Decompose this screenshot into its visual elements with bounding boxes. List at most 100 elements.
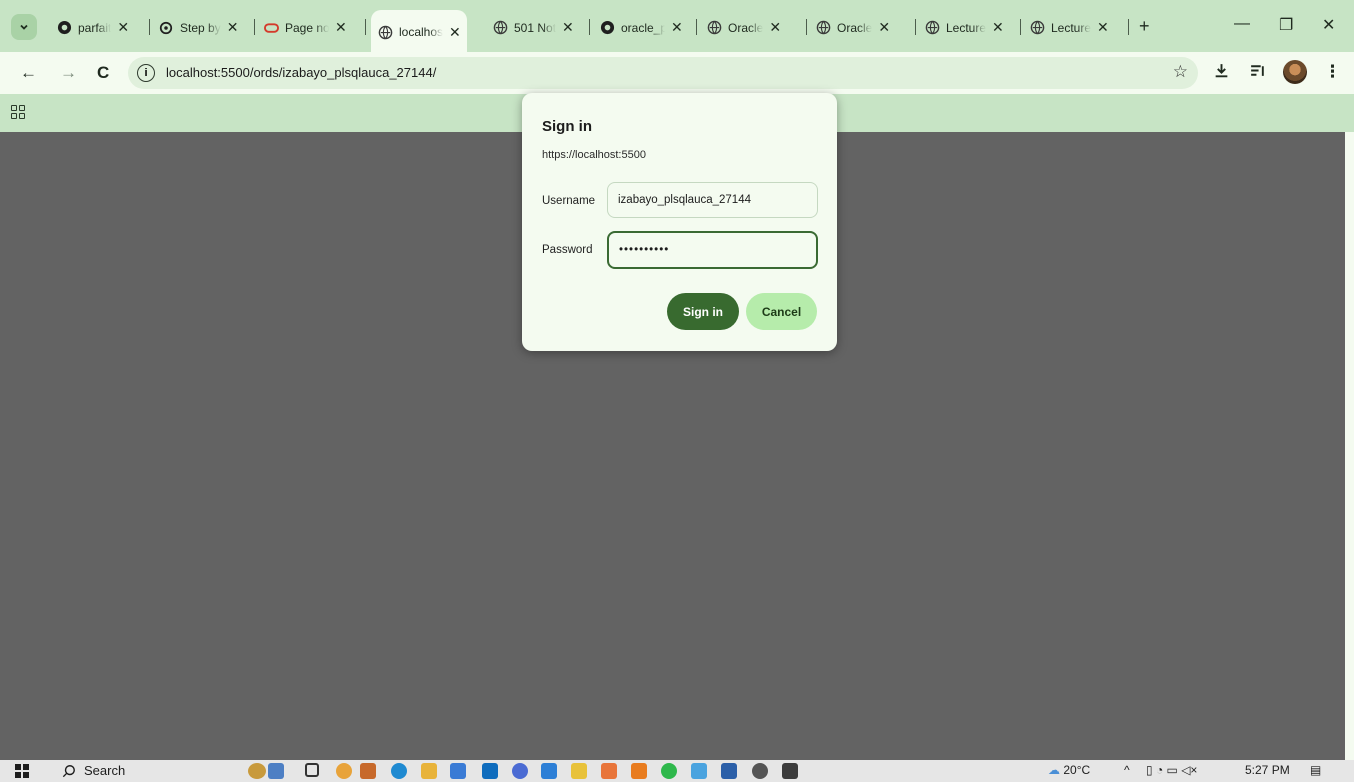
more-menu-icon[interactable]: ⋮ bbox=[1324, 62, 1341, 82]
app-icon[interactable] bbox=[691, 763, 707, 779]
teams-icon[interactable] bbox=[512, 763, 528, 779]
chrome-app-icon[interactable] bbox=[336, 763, 352, 779]
tab-separator bbox=[1020, 19, 1021, 35]
app-icon[interactable] bbox=[601, 763, 617, 779]
tab-4[interactable]: 501 Not ✕ bbox=[486, 14, 580, 41]
tab-title: Lecture bbox=[946, 20, 987, 35]
tray-icons[interactable]: ▯ ◔ ▭ ◁× bbox=[1146, 763, 1197, 777]
password-field[interactable]: •••••••••• bbox=[607, 231, 818, 269]
tab-6[interactable]: Oracle ✕ bbox=[700, 14, 787, 41]
tab-title: Lecture bbox=[1051, 20, 1092, 35]
clock[interactable]: 5:27 PM bbox=[1245, 763, 1290, 777]
close-icon[interactable]: ✕ bbox=[449, 24, 461, 41]
address-url[interactable]: localhost:5500/ords/izabayo_plsqlauca_27… bbox=[166, 65, 436, 80]
new-tab-plus-icon[interactable]: + bbox=[1139, 16, 1150, 37]
widget-icon[interactable] bbox=[248, 763, 266, 779]
close-icon[interactable]: ✕ bbox=[878, 19, 890, 36]
tab-7[interactable]: Oracle ✕ bbox=[809, 14, 896, 41]
app-icon[interactable] bbox=[360, 763, 376, 779]
sign-in-button[interactable]: Sign in bbox=[667, 293, 739, 330]
vlc-icon[interactable] bbox=[631, 763, 647, 779]
github-icon bbox=[56, 20, 72, 36]
tab-separator bbox=[1128, 19, 1129, 35]
globe-icon bbox=[924, 20, 940, 36]
notification-icon[interactable]: ▤ bbox=[1310, 763, 1321, 777]
tray-chevron-icon[interactable]: ^ bbox=[1124, 763, 1130, 777]
tab-title: Oracle bbox=[837, 20, 873, 35]
bookmark-star-icon[interactable]: ☆ bbox=[1173, 62, 1188, 82]
windows-taskbar: Search ☁ 20°C ^ ▯ ◔ ▭ ◁× 5:27 PM ▤ bbox=[0, 760, 1354, 782]
tab-9[interactable]: Lecture ✕ bbox=[1023, 14, 1115, 41]
reading-list-icon[interactable] bbox=[1249, 62, 1266, 84]
word-icon[interactable] bbox=[721, 763, 737, 779]
tab-1[interactable]: Step by ✕ bbox=[152, 14, 244, 41]
window-close-icon[interactable]: ✕ bbox=[1322, 15, 1335, 35]
tab-title: localhost bbox=[399, 25, 443, 39]
close-icon[interactable]: ✕ bbox=[227, 19, 239, 36]
tab-separator bbox=[589, 19, 590, 35]
store-icon[interactable] bbox=[450, 763, 466, 779]
tab-5[interactable]: oracle_p ✕ bbox=[593, 14, 689, 41]
windows-start-icon[interactable] bbox=[15, 764, 29, 778]
close-icon[interactable]: ✕ bbox=[671, 19, 683, 36]
tab-separator bbox=[254, 19, 255, 35]
tab-separator bbox=[696, 19, 697, 35]
terminal-icon[interactable] bbox=[782, 763, 798, 779]
tab-separator bbox=[365, 19, 366, 35]
taskbar-search[interactable]: Search bbox=[62, 763, 125, 778]
vscode-icon[interactable] bbox=[541, 763, 557, 779]
tab-3-active[interactable]: localhost ✕ bbox=[371, 10, 467, 52]
tab-search-button[interactable] bbox=[11, 14, 37, 40]
minimize-icon[interactable]: — bbox=[1234, 15, 1250, 33]
username-label: Username bbox=[542, 195, 596, 207]
window-edge bbox=[1345, 132, 1354, 760]
close-icon[interactable]: ✕ bbox=[992, 19, 1004, 36]
tab-title: Page no bbox=[285, 20, 329, 35]
close-icon[interactable]: ✕ bbox=[1097, 19, 1109, 36]
reload-icon[interactable]: C bbox=[97, 63, 109, 83]
restore-icon[interactable]: ❐ bbox=[1279, 15, 1293, 35]
close-icon[interactable]: ✕ bbox=[562, 19, 574, 36]
dialog-origin: https://localhost:5500 bbox=[542, 149, 646, 161]
address-bar[interactable]: i localhost:5500/ords/izabayo_plsqlauca_… bbox=[128, 57, 1198, 89]
apps-grid-icon[interactable] bbox=[11, 105, 25, 119]
browser-toolbar: ← → C i localhost:5500/ords/izabayo_plsq… bbox=[0, 52, 1354, 94]
weather-widget[interactable]: ☁ 20°C bbox=[1048, 763, 1090, 777]
app-icon[interactable] bbox=[752, 763, 768, 779]
temperature: 20°C bbox=[1063, 763, 1091, 777]
widget-board-icon[interactable] bbox=[268, 763, 284, 779]
close-icon[interactable]: ✕ bbox=[335, 19, 347, 36]
file-explorer-icon[interactable] bbox=[421, 763, 437, 779]
username-field[interactable]: izabayo_plsqlauca_27144 bbox=[607, 182, 818, 218]
sign-in-dialog: Sign in https://localhost:5500 Username … bbox=[522, 93, 837, 351]
taskbar-search-label: Search bbox=[84, 763, 126, 778]
close-icon[interactable]: ✕ bbox=[117, 19, 129, 36]
tab-title: Oracle bbox=[728, 20, 764, 35]
tab-title: 501 Not bbox=[514, 20, 557, 35]
chevron-down-icon bbox=[20, 24, 28, 30]
forward-arrow-icon[interactable]: → bbox=[60, 63, 77, 83]
tab-2[interactable]: Page no ✕ bbox=[257, 14, 353, 41]
password-label: Password bbox=[542, 244, 593, 256]
site-info-icon[interactable]: i bbox=[137, 64, 155, 82]
github-icon bbox=[599, 20, 615, 36]
globe-icon bbox=[706, 20, 722, 36]
globe-icon bbox=[492, 20, 508, 36]
task-view-icon[interactable] bbox=[305, 763, 319, 777]
app-icon[interactable] bbox=[571, 763, 587, 779]
download-icon[interactable] bbox=[1213, 62, 1230, 84]
tab-0[interactable]: parfait ✕ bbox=[50, 14, 135, 41]
tab-8[interactable]: Lecture ✕ bbox=[918, 14, 1010, 41]
whatsapp-icon[interactable] bbox=[661, 763, 677, 779]
chatgpt-icon bbox=[158, 20, 174, 36]
oracle-icon bbox=[263, 20, 279, 36]
cancel-button[interactable]: Cancel bbox=[746, 293, 817, 330]
dialog-title: Sign in bbox=[542, 118, 592, 135]
back-arrow-icon[interactable]: ← bbox=[20, 63, 37, 83]
close-icon[interactable]: ✕ bbox=[769, 19, 781, 36]
globe-icon bbox=[815, 20, 831, 36]
profile-avatar[interactable] bbox=[1283, 60, 1307, 84]
edge-icon[interactable] bbox=[391, 763, 407, 779]
globe-icon bbox=[1029, 20, 1045, 36]
outlook-icon[interactable] bbox=[482, 763, 498, 779]
